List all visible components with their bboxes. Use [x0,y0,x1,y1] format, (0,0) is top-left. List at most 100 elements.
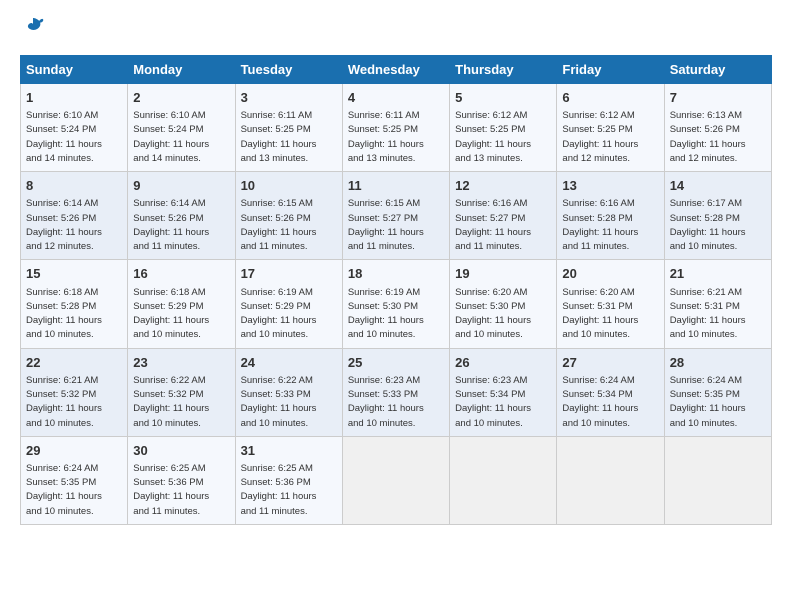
day-number: 1 [26,89,122,107]
calendar-cell: 12 Sunrise: 6:16 AMSunset: 5:27 PMDayligh… [450,172,557,260]
calendar-cell: 5 Sunrise: 6:12 AMSunset: 5:25 PMDaylight… [450,84,557,172]
calendar-week-2: 8 Sunrise: 6:14 AMSunset: 5:26 PMDaylight… [21,172,772,260]
day-number: 31 [241,442,337,460]
day-number: 8 [26,177,122,195]
calendar-cell: 11 Sunrise: 6:15 AMSunset: 5:27 PMDayligh… [342,172,449,260]
day-number: 21 [670,265,766,283]
day-info: Sunrise: 6:23 AMSunset: 5:33 PMDaylight:… [348,374,444,431]
day-number: 25 [348,354,444,372]
day-info: Sunrise: 6:25 AMSunset: 5:36 PMDaylight:… [133,462,229,519]
day-number: 30 [133,442,229,460]
calendar-cell: 29 Sunrise: 6:24 AMSunset: 5:35 PMDayligh… [21,436,128,524]
col-header-saturday: Saturday [664,56,771,84]
day-number: 15 [26,265,122,283]
col-header-monday: Monday [128,56,235,84]
day-info: Sunrise: 6:11 AMSunset: 5:25 PMDaylight:… [348,109,444,166]
calendar-cell: 31Sunrise: 6:25 AMSunset: 5:36 PMDayligh… [235,436,342,524]
day-number: 10 [241,177,337,195]
day-number: 17 [241,265,337,283]
day-number: 2 [133,89,229,107]
day-number: 13 [562,177,658,195]
day-info: Sunrise: 6:21 AMSunset: 5:31 PMDaylight:… [670,286,766,343]
day-info: Sunrise: 6:24 AMSunset: 5:35 PMDaylight:… [26,462,122,519]
day-info: Sunrise: 6:11 AMSunset: 5:25 PMDaylight:… [241,109,337,166]
day-info: Sunrise: 6:21 AMSunset: 5:32 PMDaylight:… [26,374,122,431]
day-number: 27 [562,354,658,372]
calendar-week-5: 29 Sunrise: 6:24 AMSunset: 5:35 PMDayligh… [21,436,772,524]
calendar-cell: 4 Sunrise: 6:11 AMSunset: 5:25 PMDaylight… [342,84,449,172]
day-info: Sunrise: 6:24 AMSunset: 5:35 PMDaylight:… [670,374,766,431]
day-info: Sunrise: 6:20 AMSunset: 5:31 PMDaylight:… [562,286,658,343]
day-info: Sunrise: 6:18 AMSunset: 5:29 PMDaylight:… [133,286,229,343]
calendar-cell: 26 Sunrise: 6:23 AMSunset: 5:34 PMDayligh… [450,348,557,436]
calendar-cell: 14 Sunrise: 6:17 AMSunset: 5:28 PMDayligh… [664,172,771,260]
calendar-cell: 20 Sunrise: 6:20 AMSunset: 5:31 PMDayligh… [557,260,664,348]
day-number: 14 [670,177,766,195]
day-number: 28 [670,354,766,372]
day-info: Sunrise: 6:20 AMSunset: 5:30 PMDaylight:… [455,286,551,343]
col-header-thursday: Thursday [450,56,557,84]
calendar-cell: 2Sunrise: 6:10 AMSunset: 5:24 PMDaylight… [128,84,235,172]
day-number: 26 [455,354,551,372]
day-number: 7 [670,89,766,107]
calendar-cell [450,436,557,524]
calendar-cell: 22 Sunrise: 6:21 AMSunset: 5:32 PMDayligh… [21,348,128,436]
day-number: 6 [562,89,658,107]
calendar-cell: 25 Sunrise: 6:23 AMSunset: 5:33 PMDayligh… [342,348,449,436]
calendar-cell: 30 Sunrise: 6:25 AMSunset: 5:36 PMDayligh… [128,436,235,524]
calendar-week-4: 22 Sunrise: 6:21 AMSunset: 5:32 PMDayligh… [21,348,772,436]
day-number: 16 [133,265,229,283]
day-info: Sunrise: 6:17 AMSunset: 5:28 PMDaylight:… [670,197,766,254]
day-number: 5 [455,89,551,107]
day-number: 3 [241,89,337,107]
day-number: 4 [348,89,444,107]
day-number: 12 [455,177,551,195]
calendar-cell: 18 Sunrise: 6:19 AMSunset: 5:30 PMDayligh… [342,260,449,348]
day-number: 20 [562,265,658,283]
calendar-week-1: 1 Sunrise: 6:10 AMSunset: 5:24 PMDaylight… [21,84,772,172]
day-number: 11 [348,177,444,195]
day-number: 19 [455,265,551,283]
calendar-table: SundayMondayTuesdayWednesdayThursdayFrid… [20,55,772,525]
day-info: Sunrise: 6:22 AMSunset: 5:32 PMDaylight:… [133,374,229,431]
day-info: Sunrise: 6:12 AMSunset: 5:25 PMDaylight:… [562,109,658,166]
day-info: Sunrise: 6:16 AMSunset: 5:28 PMDaylight:… [562,197,658,254]
day-number: 18 [348,265,444,283]
calendar-cell: 1 Sunrise: 6:10 AMSunset: 5:24 PMDaylight… [21,84,128,172]
day-info: Sunrise: 6:19 AMSunset: 5:29 PMDaylight:… [241,286,337,343]
day-number: 24 [241,354,337,372]
calendar-cell: 16 Sunrise: 6:18 AMSunset: 5:29 PMDayligh… [128,260,235,348]
calendar-cell: 10 Sunrise: 6:15 AMSunset: 5:26 PMDayligh… [235,172,342,260]
day-info: Sunrise: 6:15 AMSunset: 5:27 PMDaylight:… [348,197,444,254]
calendar-cell [557,436,664,524]
header [20,16,772,43]
day-info: Sunrise: 6:15 AMSunset: 5:26 PMDaylight:… [241,197,337,254]
day-info: Sunrise: 6:12 AMSunset: 5:25 PMDaylight:… [455,109,551,166]
calendar-cell: 8Sunrise: 6:14 AMSunset: 5:26 PMDaylight… [21,172,128,260]
day-info: Sunrise: 6:14 AMSunset: 5:26 PMDaylight:… [133,197,229,254]
col-header-tuesday: Tuesday [235,56,342,84]
day-info: Sunrise: 6:13 AMSunset: 5:26 PMDaylight:… [670,109,766,166]
calendar-cell: 27 Sunrise: 6:24 AMSunset: 5:34 PMDayligh… [557,348,664,436]
calendar-cell: 21 Sunrise: 6:21 AMSunset: 5:31 PMDayligh… [664,260,771,348]
calendar-cell: 9 Sunrise: 6:14 AMSunset: 5:26 PMDaylight… [128,172,235,260]
day-info: Sunrise: 6:18 AMSunset: 5:28 PMDaylight:… [26,286,122,343]
day-info: Sunrise: 6:19 AMSunset: 5:30 PMDaylight:… [348,286,444,343]
day-info: Sunrise: 6:24 AMSunset: 5:34 PMDaylight:… [562,374,658,431]
calendar-cell: 3 Sunrise: 6:11 AMSunset: 5:25 PMDaylight… [235,84,342,172]
day-number: 29 [26,442,122,460]
day-number: 22 [26,354,122,372]
logo-bird-icon [22,16,44,43]
calendar-cell: 15 Sunrise: 6:18 AMSunset: 5:28 PMDayligh… [21,260,128,348]
day-info: Sunrise: 6:16 AMSunset: 5:27 PMDaylight:… [455,197,551,254]
day-info: Sunrise: 6:10 AMSunset: 5:24 PMDaylight:… [26,109,122,166]
calendar-cell: 24Sunrise: 6:22 AMSunset: 5:33 PMDayligh… [235,348,342,436]
col-header-friday: Friday [557,56,664,84]
day-number: 23 [133,354,229,372]
day-info: Sunrise: 6:23 AMSunset: 5:34 PMDaylight:… [455,374,551,431]
calendar-cell: 13 Sunrise: 6:16 AMSunset: 5:28 PMDayligh… [557,172,664,260]
day-number: 9 [133,177,229,195]
calendar-cell: 28 Sunrise: 6:24 AMSunset: 5:35 PMDayligh… [664,348,771,436]
calendar-cell [664,436,771,524]
calendar-cell: 7 Sunrise: 6:13 AMSunset: 5:26 PMDaylight… [664,84,771,172]
